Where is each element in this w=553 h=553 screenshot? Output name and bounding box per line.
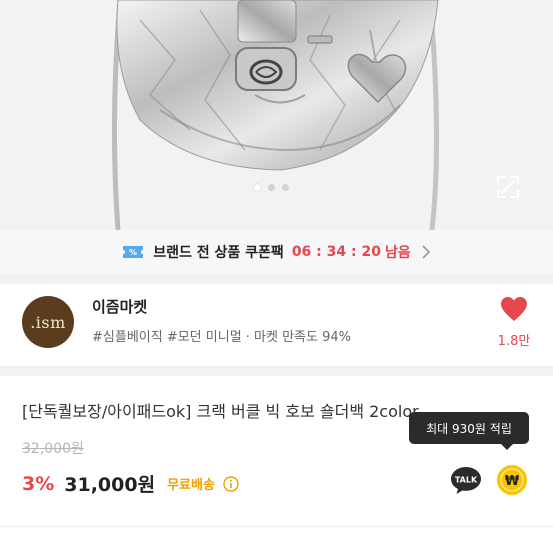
product-title: [단독퀄보장/아이패드ok] 크랙 버클 빅 호보 숄더백 2color (22, 402, 419, 421)
coupon-icon: % (123, 246, 144, 258)
reward-tooltip: 최대 930원 적립 (409, 412, 529, 450)
discount-rate: 3% (22, 472, 55, 495)
countdown-timer: 06 : 34 : 20 (291, 244, 381, 260)
price-row: 3% 31,000원 무료배송 (22, 470, 239, 497)
point-label: ₩ (505, 474, 520, 489)
chevron-right-icon (422, 245, 430, 259)
shop-info[interactable]: .ism 이즘마켓 #심플베이직 #모던 미니멀 · 마켓 만족도 94% 1.… (0, 276, 553, 366)
info-icon[interactable] (223, 475, 239, 492)
talk-chat-icon[interactable]: TALK (450, 465, 482, 495)
point-reward-icon[interactable]: ₩ (496, 464, 528, 496)
shop-tags: #심플베이직 #모던 미니멀 · 마켓 만족도 94% (92, 330, 352, 345)
coupon-banner[interactable]: % 브랜드 전 상품 쿠폰팩 06 : 34 : 20 남음 (0, 230, 553, 274)
coupon-banner-label: 브랜드 전 상품 쿠폰팩 (153, 245, 284, 261)
product-image (111, 0, 440, 230)
shop-logo[interactable]: .ism (22, 296, 74, 348)
talk-label: TALK (455, 476, 478, 485)
like-button[interactable]: 1.8만 (492, 296, 536, 349)
pagination-dot[interactable] (268, 184, 275, 191)
like-count: 1.8만 (497, 334, 531, 349)
countdown-suffix: 남음 (384, 245, 411, 261)
section-divider (0, 366, 553, 376)
pagination-dot-active[interactable] (254, 184, 261, 191)
pagination-dot[interactable] (282, 184, 289, 191)
original-price: 32,000원 (22, 441, 84, 457)
heart-icon (501, 297, 527, 321)
shop-name[interactable]: 이즘마켓 (92, 296, 147, 317)
free-shipping-badge: 무료배송 (167, 478, 215, 493)
expand-icon[interactable] (495, 174, 521, 200)
bottom-divider (0, 526, 553, 527)
svg-text:%: % (129, 248, 137, 257)
sale-price: 31,000원 (64, 474, 156, 496)
product-image-gallery[interactable] (0, 0, 553, 230)
gallery-pagination (254, 184, 289, 191)
product-info: [단독퀄보장/아이패드ok] 크랙 버클 빅 호보 숄더백 2color 32,… (0, 376, 553, 526)
